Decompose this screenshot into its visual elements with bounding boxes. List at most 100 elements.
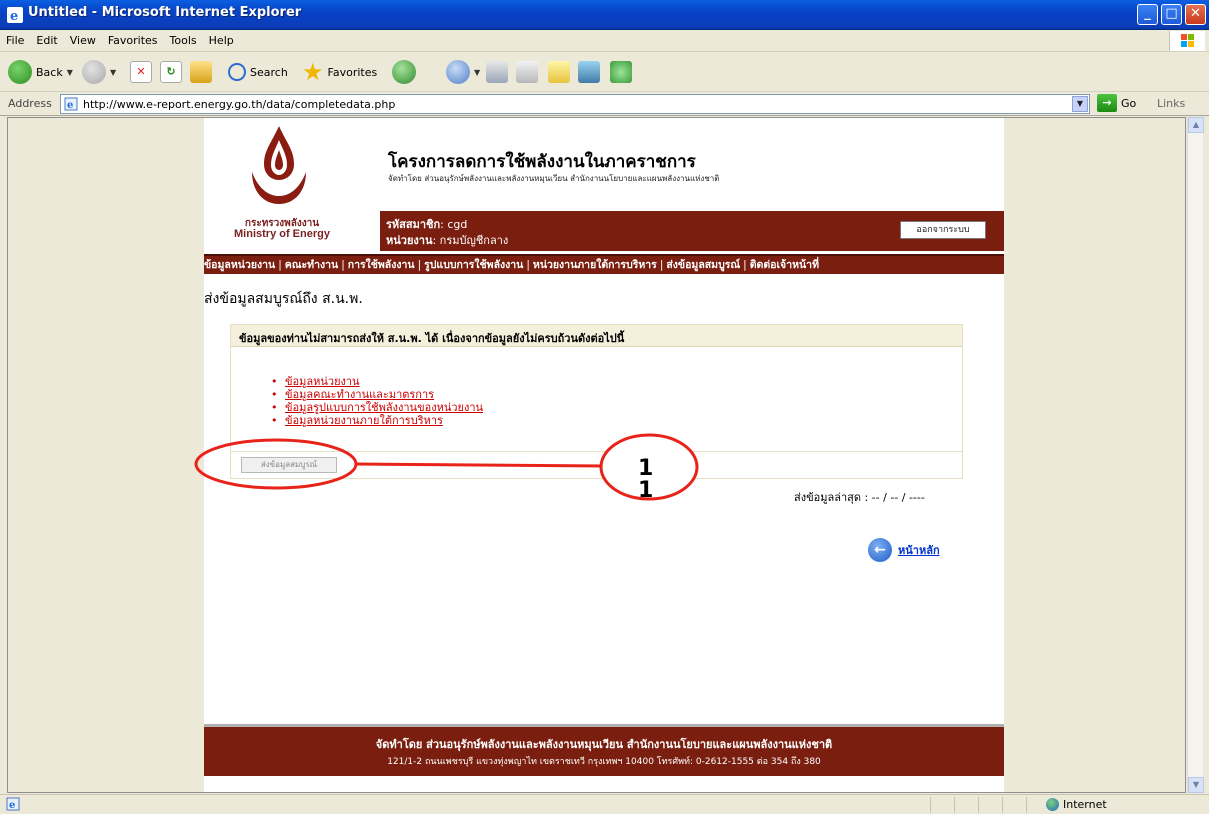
- nav-separator: |: [417, 259, 422, 271]
- back-arrow-icon: [8, 60, 32, 84]
- search-button[interactable]: Search: [228, 59, 288, 85]
- mail-button[interactable]: ▼: [446, 59, 480, 85]
- menu-view[interactable]: View: [64, 30, 102, 52]
- go-arrow-icon: →: [1097, 94, 1117, 112]
- svg-text:e: e: [9, 800, 15, 811]
- vertical-scrollbar[interactable]: ▲ ▼: [1187, 117, 1204, 793]
- menu-tools[interactable]: Tools: [164, 30, 203, 52]
- missing-item-agency[interactable]: ข้อมูลหน่วยงาน: [271, 375, 483, 388]
- search-icon: [228, 63, 246, 81]
- minimize-button[interactable]: _: [1137, 4, 1158, 25]
- scroll-down-icon[interactable]: ▼: [1188, 777, 1204, 793]
- menu-edit[interactable]: Edit: [30, 30, 63, 52]
- print-button[interactable]: [486, 59, 508, 85]
- ie-logo-icon: e: [7, 7, 23, 24]
- stop-icon: ✕: [130, 61, 152, 83]
- back-button[interactable]: Back ▼: [8, 59, 73, 85]
- panel-header: ข้อมูลของท่านไม่สามารถส่งให้ ส.น.พ. ได้ …: [231, 325, 962, 347]
- main-nav: ข้อมูลหน่วยงาน | คณะทำงาน | การใช้พลังงาน | รู…: [204, 254, 1004, 274]
- unit-value: : กรมบัญชีกลาง: [432, 234, 509, 247]
- chevron-down-icon: ▼: [110, 67, 117, 77]
- zone-label: Internet: [1063, 798, 1107, 811]
- member-id-label: รหัสสมาชิก: [386, 218, 441, 231]
- favorites-star-icon: ★: [302, 58, 324, 86]
- scroll-up-icon[interactable]: ▲: [1188, 117, 1204, 133]
- address-bar: Address e http://www.e-report.energy.go.…: [0, 92, 1209, 116]
- address-input[interactable]: e http://www.e-report.energy.go.th/data/…: [60, 94, 1090, 114]
- footer-org: จัดทำโดย ส่วนอนุรักษ์พลังงานและพลังงานหม…: [375, 738, 833, 751]
- note-icon: [548, 61, 570, 83]
- nav-separator: |: [341, 259, 345, 271]
- page-status-icon: e: [6, 797, 20, 811]
- go-label: Go: [1121, 96, 1137, 110]
- chevron-down-icon: ▼: [66, 67, 73, 77]
- send-complete-button[interactable]: ส่งข้อมูลสมบูรณ์: [241, 457, 337, 473]
- nav-contact[interactable]: ติดต่อเจ้าหน้าที่: [750, 256, 819, 274]
- last-send-date: ส่งข้อมูลล่าสุด : -- / -- / ----: [794, 491, 925, 504]
- nav-working-group[interactable]: คณะทำงาน: [285, 256, 338, 274]
- svg-text:e: e: [10, 9, 18, 24]
- missing-item-working-group[interactable]: ข้อมูลคณะทำงานและมาตรการ: [271, 388, 483, 401]
- menu-help[interactable]: Help: [203, 30, 240, 52]
- logout-button[interactable]: ออกจากระบบ: [900, 221, 986, 239]
- project-title: โครงการลดการใช้พลังงานในภาคราชการ: [388, 152, 696, 172]
- history-button[interactable]: [392, 59, 416, 85]
- nav-energy-pattern[interactable]: รูปแบบการใช้พลังงาน: [424, 256, 523, 274]
- address-label: Address: [8, 97, 52, 110]
- svg-text:e: e: [67, 100, 73, 111]
- back-circle-icon: ←: [868, 538, 892, 562]
- missing-item-sub-agencies[interactable]: ข้อมูลหน่วยงานภายใต้การบริหาร: [271, 414, 483, 427]
- window-title: Untitled - Microsoft Internet Explorer: [28, 5, 302, 20]
- nav-sub-agencies[interactable]: หน่วยงานภายใต้การบริหาร: [533, 256, 657, 274]
- close-button[interactable]: ✕: [1185, 4, 1206, 25]
- forward-arrow-icon: [82, 60, 106, 84]
- nav-agency-info[interactable]: ข้อมูลหน่วยงาน: [204, 256, 275, 274]
- incomplete-notice: ข้อมูลของท่านไม่สามารถส่งให้ ส.น.พ. ได้ …: [239, 332, 625, 345]
- chevron-down-icon: ▼: [474, 67, 481, 77]
- favorites-button[interactable]: ★ Favorites: [302, 59, 377, 85]
- nav-energy-use[interactable]: การใช้พลังงาน: [348, 256, 415, 274]
- edit-button[interactable]: [516, 59, 538, 85]
- member-id-value: : cgd: [440, 218, 468, 231]
- forward-button[interactable]: ▼: [82, 59, 116, 85]
- panel-divider: [231, 451, 962, 452]
- status-cell: [954, 797, 955, 813]
- maximize-button[interactable]: □: [1161, 4, 1182, 25]
- site-header: กระทรวงพลังงาน Ministry of Energy โครงกา…: [204, 118, 1004, 253]
- messenger-icon: [610, 61, 632, 83]
- back-label: Back: [36, 65, 63, 79]
- menu-favorites[interactable]: Favorites: [102, 30, 164, 52]
- project-subtitle: จัดทำโดย ส่วนอนุรักษ์พลังงานและพลังงานหม…: [388, 174, 720, 183]
- org-name-en: Ministry of Energy: [234, 228, 330, 240]
- page-title: ส่งข้อมูลสมบูรณ์ถึง ส.น.พ.: [204, 291, 363, 307]
- missing-items-list: ข้อมูลหน่วยงาน ข้อมูลคณะทำงานและมาตรการ …: [271, 375, 483, 427]
- refresh-button[interactable]: ↻: [160, 59, 182, 85]
- toolbar: Back ▼ ▼ ✕ ↻ Search ★ Favorites ▼: [0, 52, 1209, 92]
- nav-send-complete[interactable]: ส่งข้อมูลสมบูรณ์: [666, 256, 740, 274]
- go-button[interactable]: → Go: [1097, 94, 1136, 112]
- nav-separator: |: [526, 259, 530, 271]
- annotation-number-shadow: 1: [638, 478, 654, 503]
- edit-icon: [516, 61, 538, 83]
- research-icon: [578, 61, 600, 83]
- messenger-button[interactable]: [610, 59, 632, 85]
- home-link[interactable]: ← หน้าหลัก: [868, 538, 940, 562]
- links-button[interactable]: Links: [1157, 97, 1185, 110]
- footer-address: 121/1-2 ถนนเพชรบุรี แขวงทุ่งพญาไท เขตราช…: [387, 757, 821, 767]
- incomplete-data-panel: ข้อมูลของท่านไม่สามารถส่งให้ ส.น.พ. ได้ …: [230, 324, 963, 479]
- search-label: Search: [250, 65, 288, 79]
- page-icon: e: [64, 97, 78, 111]
- menu-file[interactable]: File: [0, 30, 30, 52]
- home-button[interactable]: [190, 59, 212, 85]
- status-cell: [1026, 797, 1027, 813]
- nav-separator: |: [659, 259, 664, 271]
- stop-button[interactable]: ✕: [130, 59, 152, 85]
- research-button[interactable]: [578, 59, 600, 85]
- title-bar: e Untitled - Microsoft Internet Explorer…: [0, 0, 1209, 30]
- discuss-button[interactable]: [548, 59, 570, 85]
- internet-globe-icon: [1046, 798, 1059, 811]
- address-dropdown-icon[interactable]: ▼: [1072, 96, 1088, 112]
- missing-item-energy-pattern[interactable]: ข้อมูลรูปแบบการใช้พลังงานของหน่วยงาน: [271, 401, 483, 414]
- status-cell: [1002, 797, 1003, 813]
- status-bar: e Internet: [0, 794, 1209, 814]
